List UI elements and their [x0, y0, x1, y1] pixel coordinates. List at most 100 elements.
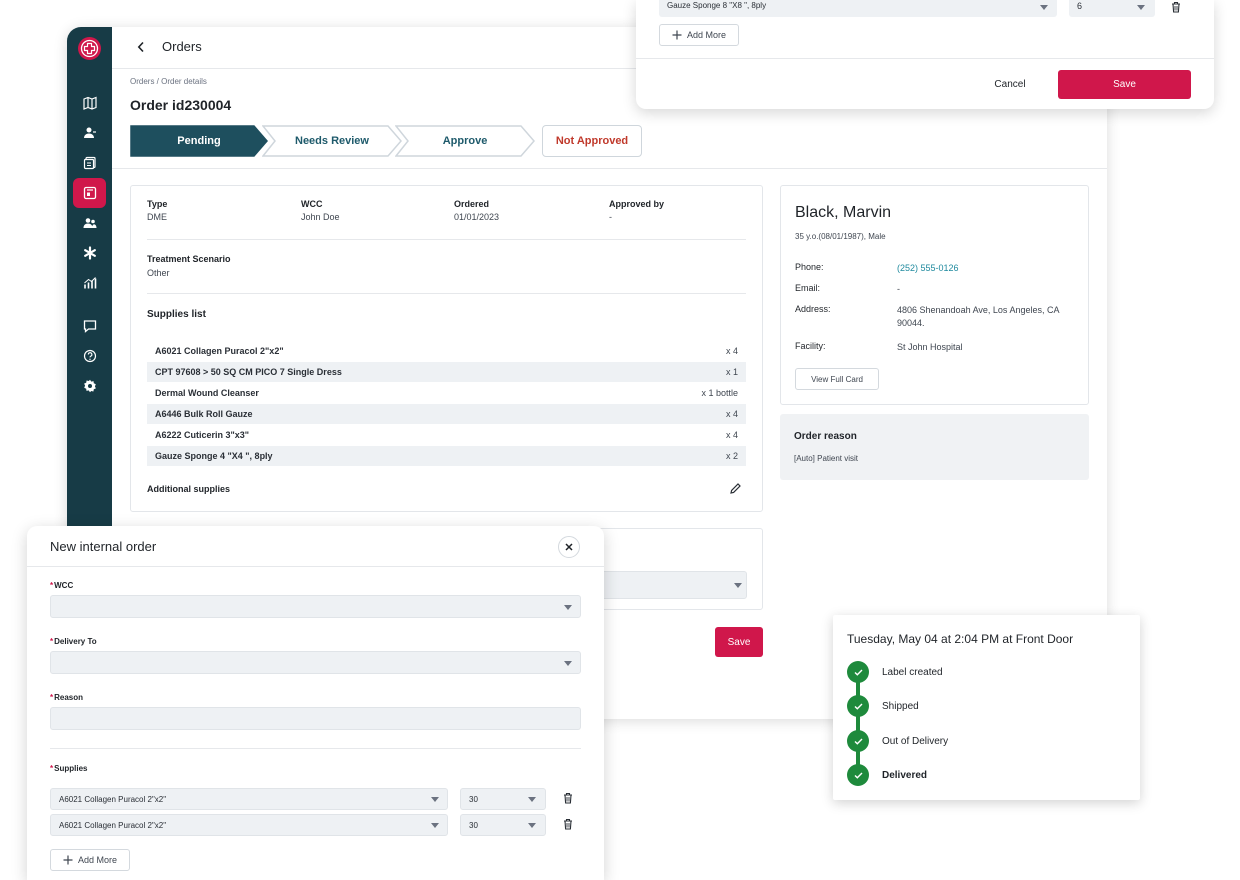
supply-select[interactable]: Gauze Sponge 8 "X8 ", 8ply: [659, 0, 1057, 17]
additional-supplies-label: Additional supplies: [147, 484, 231, 494]
quantity-select[interactable]: 30: [460, 788, 546, 810]
tracking-step-delivered: Delivered: [847, 764, 927, 786]
map-icon[interactable]: [73, 88, 106, 118]
supplies-field-label: *Supplies: [50, 764, 87, 773]
supply-qty: x 1 bottle: [701, 388, 738, 398]
analytics-icon[interactable]: [73, 268, 106, 298]
close-button[interactable]: [558, 536, 580, 558]
supply-qty: x 2: [725, 451, 738, 461]
field-label: Ordered: [454, 199, 490, 209]
step-pending[interactable]: Pending: [130, 125, 268, 157]
treatment-label: Treatment Scenario: [147, 254, 231, 264]
required-marker: *: [50, 581, 54, 590]
edit-pencil-icon[interactable]: [729, 482, 742, 495]
patient-name: Black, Marvin: [795, 204, 892, 221]
info-wcc: WCC John Doe: [301, 199, 340, 222]
tracking-step-label: Shipped: [882, 700, 919, 712]
order-details-card: Type DME WCC John Doe Ordered 01/01/2023…: [130, 185, 763, 512]
patient-card: Black, Marvin 35 y.o.(08/01/1987), Male …: [780, 185, 1089, 405]
supply-row: Dermal Wound Cleanser x 1 bottle: [147, 383, 746, 403]
required-marker: *: [50, 693, 54, 702]
quantity-select-value: 30: [469, 795, 478, 804]
reason-input[interactable]: [50, 707, 581, 730]
supply-qty: x 4: [725, 430, 738, 440]
step-approve[interactable]: Approve: [395, 125, 535, 157]
supply-select[interactable]: A6021 Collagen Puracol 2"x2": [50, 814, 448, 836]
modal-divider: [27, 566, 604, 567]
chevron-down-icon: [1137, 5, 1145, 10]
cancel-button[interactable]: Cancel: [970, 70, 1050, 99]
supply-qty: x 4: [725, 346, 738, 356]
required-marker: *: [50, 637, 54, 646]
check-icon: [847, 730, 869, 752]
chevron-down-icon: [734, 583, 742, 588]
delivery-to-select[interactable]: [50, 651, 581, 674]
email-value: -: [897, 284, 900, 294]
patients-icon[interactable]: [73, 208, 106, 238]
tracking-step-label: Label created: [882, 666, 943, 678]
field-label: Type: [147, 199, 168, 209]
user-list-icon[interactable]: [73, 118, 106, 148]
field-value: John Doe: [301, 212, 340, 222]
supply-row: A6222 Cuticerin 3"x3" x 4: [147, 425, 746, 445]
chevron-down-icon: [1040, 5, 1048, 10]
supply-row: A6446 Bulk Roll Gauze x 4: [147, 404, 746, 424]
divider: [147, 293, 746, 294]
dialog-divider: [636, 58, 1214, 59]
tracking-step-out-of-delivery: Out of Delivery: [847, 730, 948, 752]
chevron-down-icon: [564, 605, 572, 610]
add-more-label: Add More: [686, 30, 727, 40]
back-arrow-icon[interactable]: [137, 41, 145, 53]
quantity-select[interactable]: 30: [460, 814, 546, 836]
new-internal-order-modal: New internal order *WCC *Delivery To *Re…: [27, 526, 604, 880]
trash-icon[interactable]: [563, 818, 573, 830]
orders-icon[interactable]: [73, 178, 106, 208]
facility-label: Facility:: [795, 341, 826, 351]
tracking-step-label: Delivered: [882, 769, 928, 781]
treatment-value: Other: [147, 268, 170, 278]
supply-select-value: Gauze Sponge 8 "X8 ", 8ply: [667, 1, 767, 10]
documents-icon[interactable]: [73, 148, 106, 178]
phone-link[interactable]: (252) 555-0126: [897, 262, 1077, 275]
help-icon[interactable]: [73, 341, 106, 371]
quantity-select[interactable]: 6: [1069, 0, 1155, 17]
chat-icon[interactable]: [73, 311, 106, 341]
trash-icon[interactable]: [563, 792, 573, 804]
settings-gear-icon[interactable]: [73, 371, 106, 401]
supply-select[interactable]: A6021 Collagen Puracol 2"x2": [50, 788, 448, 810]
plus-icon: [63, 855, 73, 865]
divider: [147, 239, 746, 240]
breadcrumb[interactable]: Orders / Order details: [130, 77, 207, 86]
label-text: Supplies: [54, 764, 88, 773]
field-label: Approved by: [609, 199, 665, 209]
field-value: -: [609, 212, 612, 222]
step-needs-review[interactable]: Needs Review: [262, 125, 402, 157]
add-more-button[interactable]: Add More: [659, 24, 739, 46]
step-label: Pending: [177, 135, 221, 147]
plus-icon: [672, 30, 682, 40]
field-label: WCC: [301, 199, 323, 209]
wcc-select[interactable]: [50, 595, 581, 618]
save-button[interactable]: Save: [1058, 70, 1191, 99]
trash-icon[interactable]: [1171, 1, 1181, 13]
modal-title: New internal order: [50, 539, 157, 554]
supply-select-value: A6021 Collagen Puracol 2"x2": [59, 795, 167, 804]
tracking-timeline-line: [856, 672, 860, 775]
order-reason-value: [Auto] Patient visit: [794, 454, 859, 463]
quantity-select-value: 30: [469, 821, 478, 830]
field-value: DME: [147, 212, 167, 222]
add-more-button[interactable]: Add More: [50, 849, 130, 871]
save-button[interactable]: Save: [715, 627, 763, 657]
step-label: Approve: [442, 135, 488, 147]
tracking-step-label: Out of Delivery: [882, 735, 949, 747]
step-not-approved[interactable]: Not Approved: [542, 125, 642, 157]
page-title: Order id230004: [130, 97, 232, 113]
header-divider: [112, 168, 1107, 169]
quantity-select-value: 6: [1077, 1, 1083, 11]
asterisk-icon[interactable]: [73, 238, 106, 268]
view-full-card-button[interactable]: View Full Card: [795, 368, 879, 390]
section-divider: [50, 748, 581, 749]
chevron-down-icon: [564, 661, 572, 666]
supply-row: A6021 Collagen Puracol 2"x2" x 4: [147, 341, 746, 361]
logo-icon: [78, 37, 101, 60]
